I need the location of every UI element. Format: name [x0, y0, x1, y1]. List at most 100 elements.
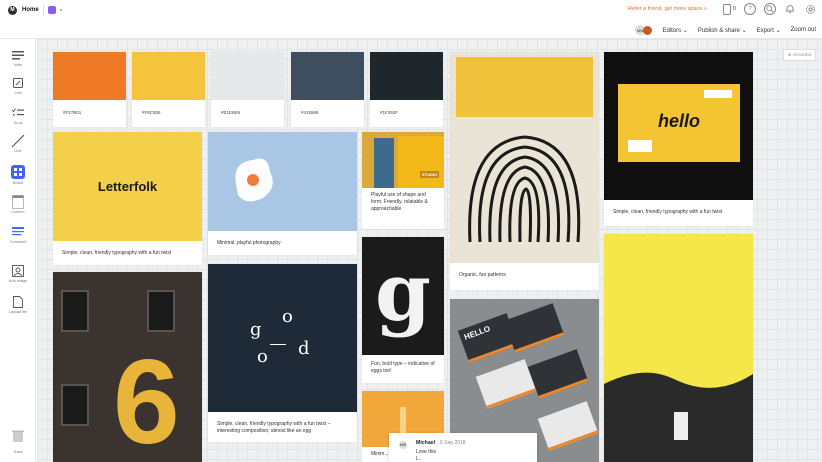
tool-link[interactable]: Link	[0, 77, 36, 95]
swatch-card-orange[interactable]: #F27B01	[53, 52, 126, 127]
column-icon	[11, 195, 25, 209]
studio-sign: STUDIO	[420, 171, 440, 178]
tool-comment[interactable]: Comment	[0, 226, 36, 244]
business-card	[537, 401, 599, 451]
business-card-text: HELLO	[462, 324, 492, 342]
hello-photo: hello	[604, 52, 753, 200]
egg-card[interactable]: Minimal, playful photography	[208, 132, 357, 255]
color-swatch	[211, 52, 284, 100]
trash-label: Trash	[13, 450, 23, 454]
tool-line[interactable]: Line	[0, 134, 36, 153]
tool-label: Link	[14, 91, 22, 95]
export-label: Export	[756, 27, 774, 34]
bell-icon[interactable]	[784, 3, 796, 15]
zoom-out-button[interactable]: Zoom out	[791, 27, 816, 33]
letterfolk-image: Letterfolk	[53, 132, 202, 241]
comment-author: Michael	[416, 440, 436, 446]
trash-button[interactable]: Trash	[0, 429, 36, 454]
publish-share-dropdown[interactable]: Publish & share ⌄	[698, 27, 747, 34]
good-image: g o o d	[208, 264, 357, 412]
swatch-hex: #F27B01	[63, 110, 82, 115]
swatch-card-yellow[interactable]: #F6C506	[132, 52, 205, 127]
stamp-label	[704, 90, 732, 98]
milanote-logo-icon: M	[8, 5, 17, 15]
swatch-card-dark[interactable]: #1F292F	[370, 52, 443, 127]
good-dash	[270, 344, 286, 345]
letterfolk-card[interactable]: Letterfolk Simple, clean, friendly typog…	[53, 132, 202, 265]
comment-date: 6 Sep 2018	[440, 440, 466, 446]
window-left	[61, 290, 89, 332]
publish-label: Publish & share	[697, 27, 740, 34]
patterns-card[interactable]: Organic, fun patterns	[450, 52, 599, 290]
unsorted-label: Unsorted	[792, 52, 811, 57]
top-bar: M Home Refer a friend, get more space » …	[0, 0, 822, 20]
color-swatch	[53, 52, 126, 100]
board-breadcrumb-icon[interactable]	[47, 6, 56, 14]
tool-board[interactable]: Board	[0, 165, 36, 185]
export-dropdown[interactable]: Export ⌄	[757, 27, 781, 34]
swatch-hex: #415566	[301, 110, 319, 115]
board-toolbar: MW Editors ⌄ Publish & share ⌄ Export ⌄ …	[634, 24, 816, 36]
card-caption: Playful use of shape and form. Friendly,…	[371, 192, 428, 212]
card-caption: Fun, bold type – indicative of eggs too!	[371, 361, 435, 374]
breadcrumb-dot	[59, 9, 62, 11]
card-caption: Minimal, playful photography	[217, 240, 281, 246]
tool-column[interactable]: Column	[0, 195, 36, 214]
comment-popover[interactable]: MW Michael 6 Sep 2018 Love this L...	[389, 433, 537, 462]
chevron-down-icon: ⌄	[682, 27, 688, 34]
studio-card[interactable]: STUDIO Playful use of shape and form. Fr…	[362, 132, 444, 229]
silhouette-card[interactable]	[604, 234, 753, 462]
tool-add-image[interactable]: Add image	[0, 265, 36, 283]
device-icon[interactable]	[722, 3, 731, 15]
home-button[interactable]: M Home	[8, 5, 39, 15]
tool-todo[interactable]: To-do	[0, 107, 36, 125]
painted-number-six: 6	[113, 335, 180, 462]
g-card[interactable]: g Fun, bold type – indicative of eggs to…	[362, 237, 444, 383]
avatar-secondary	[643, 25, 653, 35]
top-right-actions: Refer a friend, get more space » 0 ?	[628, 3, 816, 15]
help-icon[interactable]: ?	[744, 3, 756, 15]
studio-photo: STUDIO	[362, 132, 444, 188]
tool-label: Note	[13, 63, 23, 67]
swatch-card-slate[interactable]: #415566	[291, 52, 364, 127]
big-g-letter: g	[375, 245, 431, 339]
hello-envelope: hello	[618, 84, 740, 162]
tool-note[interactable]: Note	[0, 49, 36, 67]
editors-label: Editors	[662, 27, 682, 34]
editors-dropdown[interactable]: Editors ⌄	[662, 27, 687, 34]
comment-avatar: MW	[398, 440, 408, 450]
unsorted-button[interactable]: ⊕ Unsorted	[782, 49, 816, 61]
editors-avatars: MW	[634, 24, 653, 36]
good-card[interactable]: g o o d Simple, clean, friendly typograp…	[208, 264, 357, 442]
egg-photo	[208, 132, 357, 231]
trash-icon	[11, 429, 25, 448]
tool-label: Comment	[9, 240, 27, 244]
tool-label: Upload file	[9, 310, 27, 314]
card-caption: Organic, fun patterns	[459, 272, 506, 278]
swatch-hex: #1F292F	[380, 110, 399, 115]
board-canvas[interactable]: ⊕ Unsorted #F27B01 #F6C506 #E1E6E6 #4155…	[37, 39, 822, 462]
card-caption: Simple, clean, friendly typography with …	[62, 250, 172, 256]
tool-label: Line	[14, 149, 22, 153]
tool-upload-file[interactable]: Upload file	[0, 296, 36, 314]
refer-friend-link[interactable]: Refer a friend, get more space »	[628, 6, 707, 12]
card-caption: Simple, clean, friendly typography with …	[217, 421, 331, 434]
gear-icon[interactable]	[804, 3, 816, 15]
good-letter-o2: o	[257, 346, 268, 367]
search-icon[interactable]	[764, 3, 776, 15]
comment-icon	[11, 226, 25, 238]
note-icon	[11, 49, 25, 61]
blue-door	[374, 138, 394, 188]
six-card[interactable]: 6	[53, 272, 202, 462]
board-icon	[11, 165, 25, 179]
swatch-card-light[interactable]: #E1E6E6	[211, 52, 284, 127]
g-image: g	[362, 237, 444, 355]
online-count: 0	[732, 6, 736, 12]
link-icon	[11, 77, 25, 89]
business-card	[503, 303, 565, 353]
comment-more-text: L...	[416, 456, 423, 462]
color-swatch	[132, 52, 205, 100]
hello-card[interactable]: hello Simple, clean, friendly typography…	[604, 52, 753, 226]
chevron-down-icon: ⌄	[775, 27, 781, 34]
address-label	[628, 140, 652, 152]
